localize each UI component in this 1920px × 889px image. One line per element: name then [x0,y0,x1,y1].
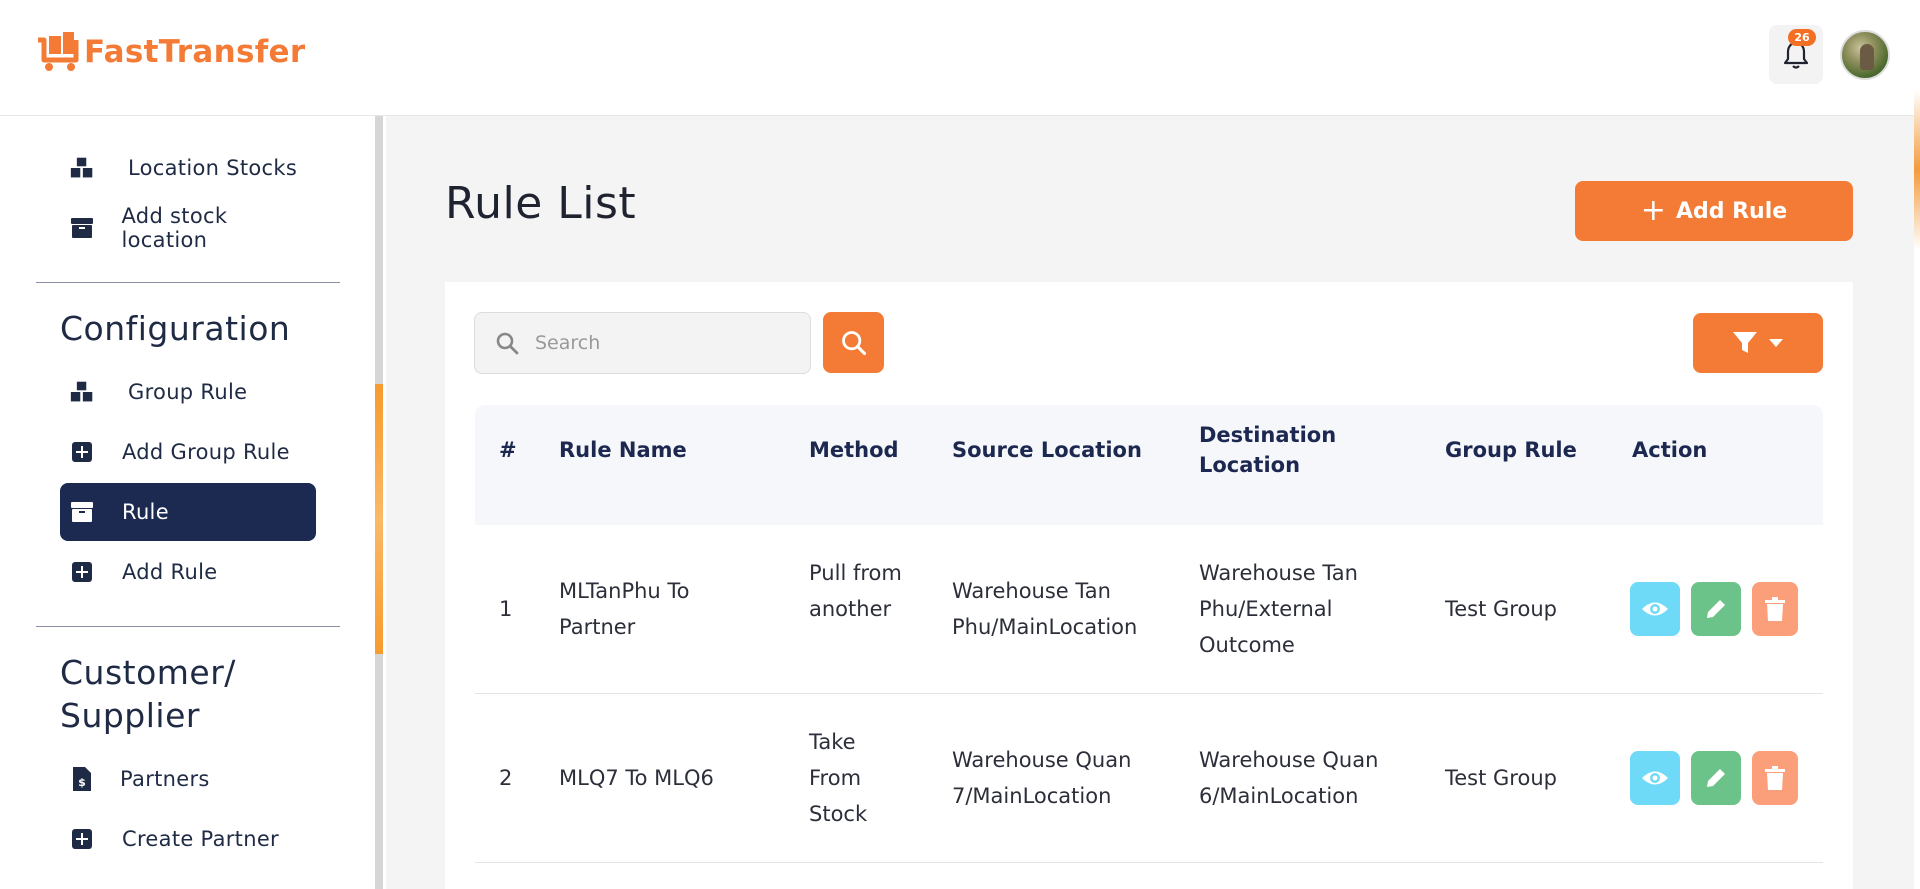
table-row: 2 MLQ7 To MLQ6 Take From Stock Warehouse… [475,694,1823,863]
column-header-destination-location[interactable]: Destination Location [1199,420,1359,480]
destination-location-cell: Warehouse Quan 6/MainLocation [1199,748,1379,808]
trash-icon [1765,597,1785,621]
add-rule-button-label: Add Rule [1675,198,1788,224]
sidebar-item-add-group-rule[interactable]: Add Group Rule [60,423,316,481]
source-location-cell: Warehouse Tan Phu/MainLocation [952,579,1138,639]
sidebar-item-label: Partners [120,767,210,791]
box-icon [70,216,94,240]
sidebar-item-label: Location Stocks [128,156,298,180]
rule-name-cell: MLQ7 To MLQ6 [559,766,714,790]
filter-dropdown-button[interactable] [1693,313,1823,373]
plus-square-icon [70,440,94,464]
cart-logo-icon [38,32,79,71]
column-header-group-rule[interactable]: Group Rule [1445,435,1577,465]
sidebar-item-group-rule[interactable]: Group Rule [60,363,316,421]
notifications-button[interactable]: 26 [1769,25,1823,84]
group-rule-cell: Test Group [1445,597,1557,621]
sidebar-item-label: Add Group Rule [122,440,290,464]
column-header-rule-name[interactable]: Rule Name [559,435,687,465]
row-number: 1 [499,597,513,621]
eye-icon [1642,771,1668,785]
column-header-number: # [499,438,517,462]
sidebar-section-customer-supplier: Customer/ Supplier [60,653,236,735]
sidebar-divider [36,282,340,283]
search-icon [841,330,866,355]
view-button[interactable] [1630,582,1680,636]
box-icon [70,500,94,524]
edit-button[interactable] [1691,751,1741,805]
pencil-icon [1707,600,1725,618]
sidebar-item-label: Add Rule [122,560,218,584]
delete-button[interactable] [1752,751,1798,805]
method-cell: Take From Stock [809,730,868,826]
column-header-action: Action [1632,438,1708,462]
sidebar-item-label: Group Rule [128,380,248,404]
edit-button[interactable] [1691,582,1741,636]
search-button[interactable] [823,312,884,373]
search-input[interactable] [535,332,795,354]
notification-count-badge: 26 [1788,29,1816,46]
delete-button[interactable] [1752,582,1798,636]
invoice-dollar-icon: $ [70,767,94,791]
boxes-icon [70,380,94,404]
caret-down-icon [1769,339,1783,347]
page-edge-accent [1914,90,1920,889]
sidebar-item-rule[interactable]: Rule [60,483,316,541]
page-title: Rule List [445,178,637,229]
eye-icon [1642,602,1668,616]
sidebar-item-add-stock-location[interactable]: Add stock location [60,199,316,257]
sidebar-item-label: Rule [122,500,169,524]
search-icon [496,332,519,355]
group-rule-cell: Test Group [1445,766,1557,790]
plus-square-icon [70,827,94,851]
top-header: FastTransfer 26 [0,0,1920,116]
column-header-method[interactable]: Method [809,435,899,465]
svg-text:$: $ [78,776,86,789]
sidebar-scrollbar-thumb[interactable] [375,384,383,654]
brand-logo[interactable]: FastTransfer [36,32,305,72]
table-header: # Rule Name Method Source Location Desti… [475,405,1823,525]
user-avatar[interactable] [1840,30,1890,80]
destination-location-cell: Warehouse Tan Phu/External Outcome [1199,561,1358,657]
source-location-cell: Warehouse Quan 7/MainLocation [952,748,1132,808]
sidebar-item-location-stocks[interactable]: Location Stocks [60,139,316,197]
sidebar-item-create-partner[interactable]: Create Partner [60,810,316,868]
view-button[interactable] [1630,751,1680,805]
brand-name: FastTransfer [84,34,306,70]
sidebar-section-configuration: Configuration [60,309,291,348]
pencil-icon [1707,769,1725,787]
plus-square-icon [70,560,94,584]
sidebar-item-label: Create Partner [122,827,279,851]
plus-icon: + [1640,193,1666,228]
boxes-icon [70,156,94,180]
column-header-source-location[interactable]: Source Location [952,435,1142,465]
sidebar-divider [36,626,340,627]
sidebar-item-add-rule[interactable]: Add Rule [60,543,316,601]
trash-icon [1765,766,1785,790]
search-field[interactable] [474,312,811,374]
row-number: 2 [499,766,513,790]
add-rule-button[interactable]: + Add Rule [1575,181,1853,241]
sidebar-item-label: Add stock location [121,204,228,252]
method-cell: Pull from another [809,561,902,621]
rule-name-cell: MLTanPhu To Partner [559,579,690,639]
filter-icon [1733,332,1757,353]
table-row: 1 MLTanPhu To Partner Pull from another … [475,525,1823,694]
sidebar-item-partners[interactable]: $ Partners [60,750,316,808]
